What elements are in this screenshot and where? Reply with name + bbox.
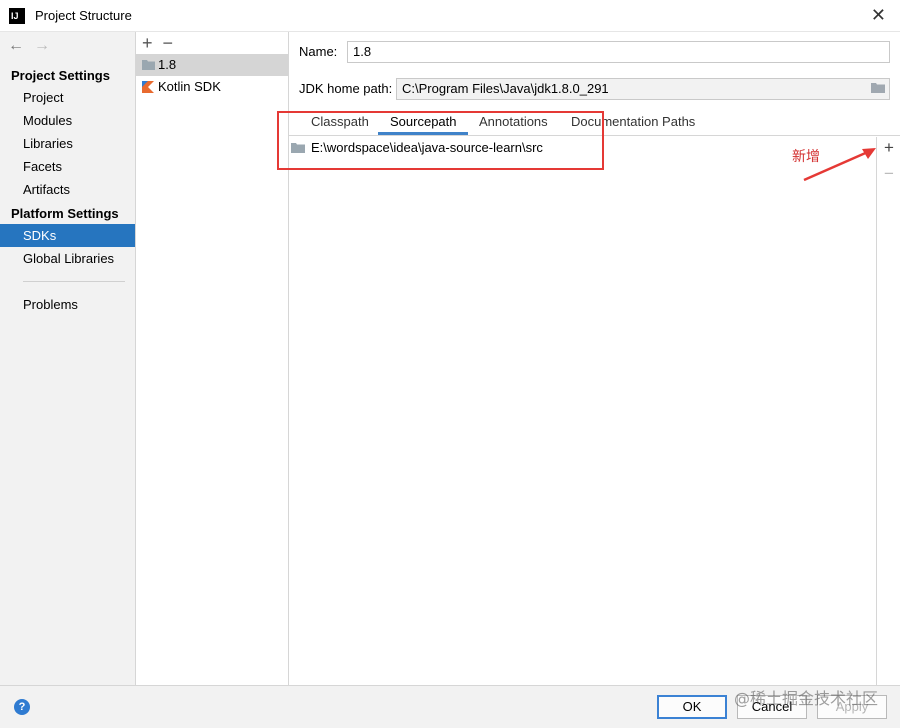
intellij-logo-icon: IJ — [9, 8, 25, 24]
browse-folder-icon[interactable] — [871, 82, 885, 93]
sdk-item-kotlin[interactable]: Kotlin SDK — [136, 76, 288, 98]
title-bar: IJ Project Structure ✕ — [0, 0, 900, 32]
highlight-box — [277, 111, 604, 170]
sdk-item-label: 1.8 — [158, 57, 177, 72]
sidebar-item-libraries[interactable]: Libraries — [0, 132, 135, 155]
ok-button[interactable]: OK — [657, 695, 727, 719]
jdk-home-path-field[interactable]: C:\Program Files\Java\jdk1.8.0_291 — [396, 78, 890, 100]
navigation-arrows: ← → — [8, 37, 60, 55]
name-field[interactable]: 1.8 — [347, 41, 890, 63]
annotation-arrow-icon — [803, 148, 876, 182]
forward-arrow-icon[interactable]: → — [34, 37, 50, 54]
sidebar-item-global-libraries[interactable]: Global Libraries — [0, 247, 135, 270]
sourcepath-list: E:\wordspace\idea\java-source-learn\src — [289, 137, 877, 685]
close-icon[interactable]: ✕ — [871, 5, 886, 26]
remove-sdk-icon[interactable]: − — [163, 33, 174, 53]
sdk-item-1-8[interactable]: 1.8 — [136, 54, 288, 76]
back-arrow-icon[interactable]: ← — [8, 37, 24, 54]
sdk-list-panel: + − 1.8 Kotlin SDK — [136, 32, 289, 685]
remove-path-icon[interactable]: − — [884, 164, 894, 184]
sdk-list-toolbar: + − — [142, 33, 183, 54]
sidebar-item-sdks[interactable]: SDKs — [0, 224, 135, 247]
add-sdk-icon[interactable]: + — [142, 33, 153, 53]
jdk-home-label: JDK home path: — [299, 81, 393, 96]
sdk-item-label: Kotlin SDK — [158, 79, 221, 94]
sidebar-item-facets[interactable]: Facets — [0, 155, 135, 178]
sidebar-item-modules[interactable]: Modules — [0, 109, 135, 132]
folder-icon — [142, 60, 155, 70]
sidebar-item-project[interactable]: Project — [0, 86, 135, 109]
project-settings-header: Project Settings — [11, 68, 110, 83]
sidebar-item-problems[interactable]: Problems — [0, 293, 135, 316]
sidebar-item-artifacts[interactable]: Artifacts — [0, 178, 135, 201]
help-icon[interactable]: ? — [14, 699, 30, 715]
window-title: Project Structure — [35, 8, 132, 23]
sidebar-divider — [23, 281, 125, 282]
kotlin-icon — [142, 81, 154, 93]
settings-sidebar: ← → Project Settings Project Modules Libr… — [0, 32, 136, 685]
name-label: Name: — [299, 44, 338, 59]
add-path-icon[interactable]: + — [884, 138, 894, 158]
jdk-home-path-value: C:\Program Files\Java\jdk1.8.0_291 — [402, 81, 609, 96]
watermark: @稀土掘金技术社区 — [733, 689, 878, 708]
platform-settings-header: Platform Settings — [11, 206, 119, 221]
